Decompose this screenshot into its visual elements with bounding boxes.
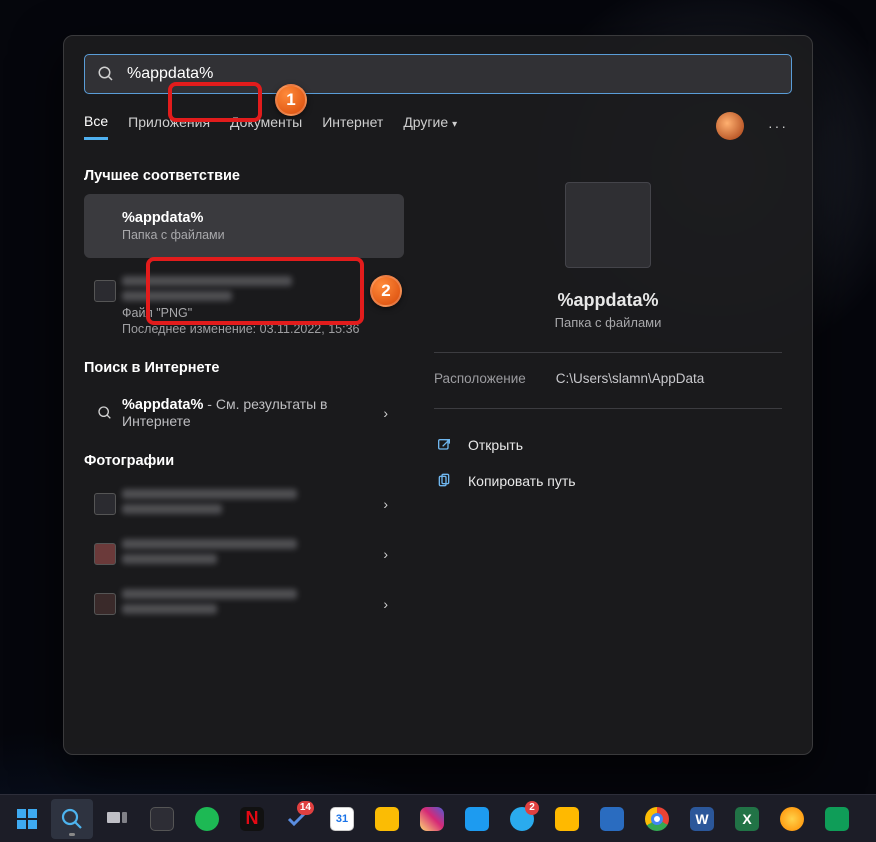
location-label: Расположение [434, 371, 526, 386]
section-photos: Фотографии [84, 453, 404, 469]
search-input[interactable] [127, 65, 779, 83]
taskbar-excel[interactable]: X [726, 799, 768, 839]
preview-title: %appdata% [557, 290, 658, 311]
divider [434, 352, 782, 353]
result-file-type: Файл "PNG" [122, 306, 377, 320]
annotation-callout-1: 1 [275, 84, 307, 116]
action-open-label: Открыть [468, 437, 523, 453]
search-icon [97, 405, 113, 421]
preview-folder-icon [565, 182, 651, 268]
result-photo-2[interactable]: › [84, 529, 404, 579]
chevron-right-icon[interactable]: › [377, 546, 394, 562]
annotation-callout-2: 2 [370, 275, 402, 307]
file-thumbnail [94, 280, 116, 302]
result-best-match[interactable]: %appdata% Папка с файлами [84, 194, 404, 258]
result-last-modified: Последнее изменение: 03.11.2022, 15:36 [122, 322, 377, 336]
action-copy-path[interactable]: Копировать путь [434, 463, 782, 499]
result-png-file[interactable]: Файл "PNG" Последнее изменение: 03.11.20… [84, 266, 404, 346]
copy-icon [434, 471, 454, 491]
taskbar-search-button[interactable] [51, 799, 93, 839]
result-title: %appdata% [122, 210, 394, 226]
divider [434, 408, 782, 409]
taskbar-gcal[interactable]: 31 [321, 799, 363, 839]
preview-pane: %appdata% Папка с файлами Расположение C… [404, 154, 812, 754]
taskbar: N 14 31 2 W X [0, 794, 876, 842]
preview-location-row: Расположение C:\Users\slamn\AppData [434, 371, 782, 386]
filter-tabs: Все Приложения Документы Интернет Другие… [84, 112, 792, 140]
taskbar-file-explorer[interactable] [546, 799, 588, 839]
taskbar-keep[interactable] [366, 799, 408, 839]
excel-icon: X [735, 807, 759, 831]
preview-subtitle: Папка с файлами [555, 315, 662, 330]
chevron-right-icon[interactable]: › [377, 405, 394, 421]
results-column: Лучшее соответствие %appdata% Папка с фа… [64, 154, 404, 754]
tab-documents[interactable]: Документы [230, 114, 302, 138]
taskbar-task-view[interactable] [96, 799, 138, 839]
windows-icon [15, 807, 39, 831]
result-photo-3[interactable]: › [84, 579, 404, 629]
section-web-search: Поиск в Интернете [84, 360, 404, 376]
taskbar-chrome[interactable] [636, 799, 678, 839]
open-icon [434, 435, 454, 455]
result-search-web[interactable]: %appdata% - См. результаты в Интернете › [84, 386, 404, 439]
result-subtitle: Папка с файлами [122, 228, 394, 242]
chrome-icon [645, 807, 669, 831]
taskbar-app-orange[interactable] [771, 799, 813, 839]
instagram-icon [420, 807, 444, 831]
taskbar-telegram[interactable]: 2 [501, 799, 543, 839]
user-avatar[interactable] [716, 112, 744, 140]
spotify-icon [195, 807, 219, 831]
result-photo-1[interactable]: › [84, 479, 404, 529]
chevron-down-icon: ▾ [452, 119, 457, 130]
taskbar-phone[interactable] [591, 799, 633, 839]
taskbar-todo[interactable]: 14 [276, 799, 318, 839]
taskbar-calculator[interactable] [141, 799, 183, 839]
section-best-match: Лучшее соответствие [84, 168, 404, 184]
photo-thumbnail [94, 593, 116, 615]
tab-apps[interactable]: Приложения [128, 114, 210, 138]
location-value: C:\Users\slamn\AppData [556, 371, 705, 386]
action-open[interactable]: Открыть [434, 427, 782, 463]
taskbar-netflix[interactable]: N [231, 799, 273, 839]
tab-more[interactable]: Другие▾ [403, 114, 457, 138]
action-copy-label: Копировать путь [468, 473, 576, 489]
todo-badge: 14 [297, 801, 314, 815]
chevron-right-icon[interactable]: › [377, 596, 394, 612]
photo-thumbnail [94, 493, 116, 515]
taskbar-start-button[interactable] [6, 799, 48, 839]
keep-icon [375, 807, 399, 831]
telegram-badge: 2 [525, 801, 539, 815]
taskbar-sheets[interactable] [816, 799, 858, 839]
search-bar[interactable] [84, 54, 792, 94]
phone-link-icon [600, 807, 624, 831]
taskbar-spotify[interactable] [186, 799, 228, 839]
google-calendar-icon: 31 [330, 807, 354, 831]
task-view-icon [105, 807, 129, 831]
google-sheets-icon [825, 807, 849, 831]
app-icon [780, 807, 804, 831]
tab-all[interactable]: Все [84, 113, 108, 140]
taskbar-word[interactable]: W [681, 799, 723, 839]
tab-internet[interactable]: Интернет [322, 114, 383, 138]
search-icon [60, 807, 84, 831]
word-icon: W [690, 807, 714, 831]
twitter-icon [465, 807, 489, 831]
netflix-icon: N [240, 807, 264, 831]
photo-thumbnail [94, 543, 116, 565]
chevron-right-icon[interactable]: › [377, 496, 394, 512]
start-search-window: 1 Все Приложения Документы Интернет Друг… [63, 35, 813, 755]
result-web-query: %appdata% [122, 397, 203, 413]
calculator-icon [150, 807, 174, 831]
taskbar-instagram[interactable] [411, 799, 453, 839]
more-options-button[interactable]: ··· [764, 118, 792, 134]
search-icon [97, 65, 115, 83]
file-explorer-icon [555, 807, 579, 831]
taskbar-twitter[interactable] [456, 799, 498, 839]
